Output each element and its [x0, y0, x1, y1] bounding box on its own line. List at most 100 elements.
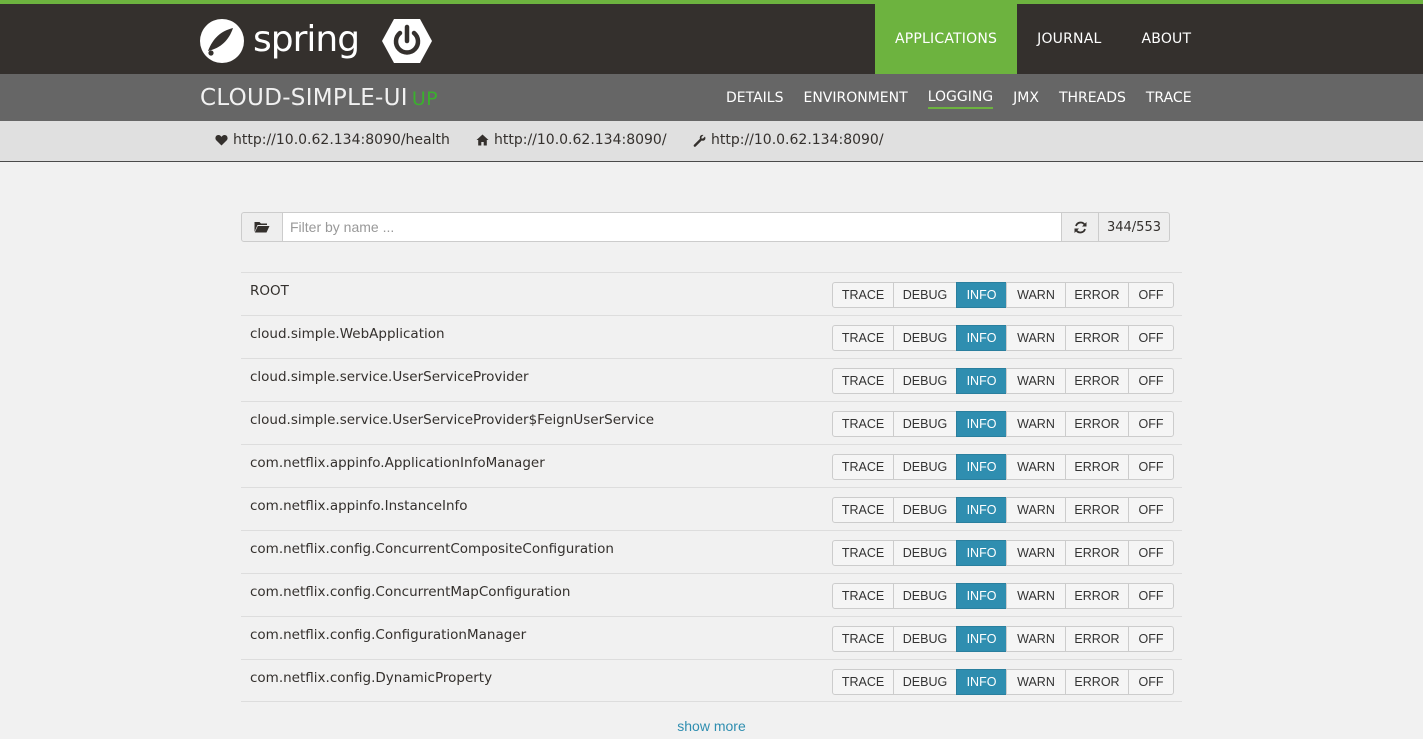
level-off-button[interactable]: OFF	[1128, 626, 1174, 652]
health-url-link[interactable]: http://10.0.62.134:8090/health	[215, 132, 450, 148]
folder-toggle-button[interactable]	[241, 212, 283, 242]
level-button-group: TRACE DEBUG INFO WARN ERROR OFF	[832, 282, 1174, 308]
level-warn-button[interactable]: WARN	[1006, 626, 1066, 652]
level-off-button[interactable]: OFF	[1128, 411, 1174, 437]
wrench-icon	[693, 134, 706, 147]
level-off-button[interactable]: OFF	[1128, 583, 1174, 609]
level-trace-button[interactable]: TRACE	[832, 411, 894, 437]
folder-open-icon	[254, 222, 270, 233]
level-error-button[interactable]: ERROR	[1065, 583, 1129, 609]
app-title: CLOUD-SIMPLE-UI UP	[200, 85, 438, 111]
refresh-button[interactable]	[1061, 212, 1099, 242]
level-off-button[interactable]: OFF	[1128, 669, 1174, 695]
level-error-button[interactable]: ERROR	[1065, 282, 1129, 308]
show-more-link[interactable]: show more	[0, 718, 1423, 734]
level-debug-button[interactable]: DEBUG	[893, 325, 957, 351]
level-button-group: TRACE DEBUG INFO WARN ERROR OFF	[832, 368, 1174, 394]
logger-name: cloud.simple.service.UserServiceProvider…	[250, 412, 655, 428]
level-warn-button[interactable]: WARN	[1006, 282, 1066, 308]
level-info-button[interactable]: INFO	[956, 368, 1007, 394]
level-off-button[interactable]: OFF	[1128, 282, 1174, 308]
level-trace-button[interactable]: TRACE	[832, 368, 894, 394]
level-error-button[interactable]: ERROR	[1065, 497, 1129, 523]
level-info-button[interactable]: INFO	[956, 325, 1007, 351]
nav-journal[interactable]: JOURNAL	[1017, 0, 1121, 74]
level-warn-button[interactable]: WARN	[1006, 454, 1066, 480]
table-row: cloud.simple.service.UserServiceProvider…	[241, 358, 1182, 401]
level-trace-button[interactable]: TRACE	[832, 626, 894, 652]
level-debug-button[interactable]: DEBUG	[893, 669, 957, 695]
table-row: com.netflix.config.ConfigurationManager …	[241, 616, 1182, 659]
nav-about[interactable]: ABOUT	[1122, 0, 1212, 74]
level-error-button[interactable]: ERROR	[1065, 325, 1129, 351]
level-debug-button[interactable]: DEBUG	[893, 282, 957, 308]
level-warn-button[interactable]: WARN	[1006, 411, 1066, 437]
level-info-button[interactable]: INFO	[956, 626, 1007, 652]
level-debug-button[interactable]: DEBUG	[893, 411, 957, 437]
level-off-button[interactable]: OFF	[1128, 325, 1174, 351]
level-debug-button[interactable]: DEBUG	[893, 368, 957, 394]
logger-name: com.netflix.appinfo.InstanceInfo	[250, 498, 468, 514]
level-error-button[interactable]: ERROR	[1065, 540, 1129, 566]
level-debug-button[interactable]: DEBUG	[893, 626, 957, 652]
tab-trace[interactable]: TRACE	[1136, 74, 1202, 121]
tab-environment[interactable]: ENVIRONMENT	[793, 74, 917, 121]
level-button-group: TRACE DEBUG INFO WARN ERROR OFF	[832, 669, 1174, 695]
level-info-button[interactable]: INFO	[956, 583, 1007, 609]
level-error-button[interactable]: ERROR	[1065, 454, 1129, 480]
level-debug-button[interactable]: DEBUG	[893, 454, 957, 480]
spring-leaf-icon	[200, 19, 244, 63]
table-row: com.netflix.config.ConcurrentCompositeCo…	[241, 530, 1182, 573]
level-off-button[interactable]: OFF	[1128, 368, 1174, 394]
level-off-button[interactable]: OFF	[1128, 497, 1174, 523]
level-error-button[interactable]: ERROR	[1065, 669, 1129, 695]
level-trace-button[interactable]: TRACE	[832, 497, 894, 523]
level-trace-button[interactable]: TRACE	[832, 282, 894, 308]
table-row: cloud.simple.service.UserServiceProvider…	[241, 401, 1182, 444]
level-debug-button[interactable]: DEBUG	[893, 540, 957, 566]
logger-table: ROOT TRACE DEBUG INFO WARN ERROR OFF clo…	[241, 272, 1182, 702]
level-info-button[interactable]: INFO	[956, 497, 1007, 523]
level-error-button[interactable]: ERROR	[1065, 626, 1129, 652]
level-debug-button[interactable]: DEBUG	[893, 497, 957, 523]
management-url-link[interactable]: http://10.0.62.134:8090/	[693, 132, 884, 148]
home-url-link[interactable]: http://10.0.62.134:8090/	[476, 132, 667, 148]
level-trace-button[interactable]: TRACE	[832, 325, 894, 351]
level-warn-button[interactable]: WARN	[1006, 540, 1066, 566]
tab-threads[interactable]: THREADS	[1049, 74, 1136, 121]
url-bar: http://10.0.62.134:8090/health http://10…	[0, 121, 1423, 162]
table-row: com.netflix.appinfo.InstanceInfo TRACE D…	[241, 487, 1182, 530]
tab-jmx[interactable]: JMX	[1003, 74, 1049, 121]
level-warn-button[interactable]: WARN	[1006, 583, 1066, 609]
level-off-button[interactable]: OFF	[1128, 540, 1174, 566]
level-warn-button[interactable]: WARN	[1006, 669, 1066, 695]
app-tabs: DETAILS ENVIRONMENT LOGGING JMX THREADS …	[716, 74, 1202, 121]
level-info-button[interactable]: INFO	[956, 411, 1007, 437]
level-error-button[interactable]: ERROR	[1065, 411, 1129, 437]
logger-name: cloud.simple.WebApplication	[250, 326, 445, 342]
table-row: com.netflix.config.ConcurrentMapConfigur…	[241, 573, 1182, 616]
table-row: cloud.simple.WebApplication TRACE DEBUG …	[241, 315, 1182, 358]
spring-logo[interactable]: spring	[199, 16, 433, 66]
level-error-button[interactable]: ERROR	[1065, 368, 1129, 394]
level-off-button[interactable]: OFF	[1128, 454, 1174, 480]
level-trace-button[interactable]: TRACE	[832, 583, 894, 609]
tab-logging[interactable]: LOGGING	[918, 74, 1003, 121]
level-warn-button[interactable]: WARN	[1006, 497, 1066, 523]
level-warn-button[interactable]: WARN	[1006, 368, 1066, 394]
level-info-button[interactable]: INFO	[956, 669, 1007, 695]
logger-name: cloud.simple.service.UserServiceProvider	[250, 369, 529, 385]
level-button-group: TRACE DEBUG INFO WARN ERROR OFF	[832, 411, 1174, 437]
level-trace-button[interactable]: TRACE	[832, 669, 894, 695]
level-info-button[interactable]: INFO	[956, 454, 1007, 480]
filter-input[interactable]	[283, 212, 1061, 242]
level-button-group: TRACE DEBUG INFO WARN ERROR OFF	[832, 540, 1174, 566]
level-warn-button[interactable]: WARN	[1006, 325, 1066, 351]
level-debug-button[interactable]: DEBUG	[893, 583, 957, 609]
tab-details[interactable]: DETAILS	[716, 74, 793, 121]
nav-applications[interactable]: APPLICATIONS	[875, 0, 1018, 74]
level-trace-button[interactable]: TRACE	[832, 540, 894, 566]
level-trace-button[interactable]: TRACE	[832, 454, 894, 480]
level-info-button[interactable]: INFO	[956, 540, 1007, 566]
level-info-button[interactable]: INFO	[956, 282, 1007, 308]
